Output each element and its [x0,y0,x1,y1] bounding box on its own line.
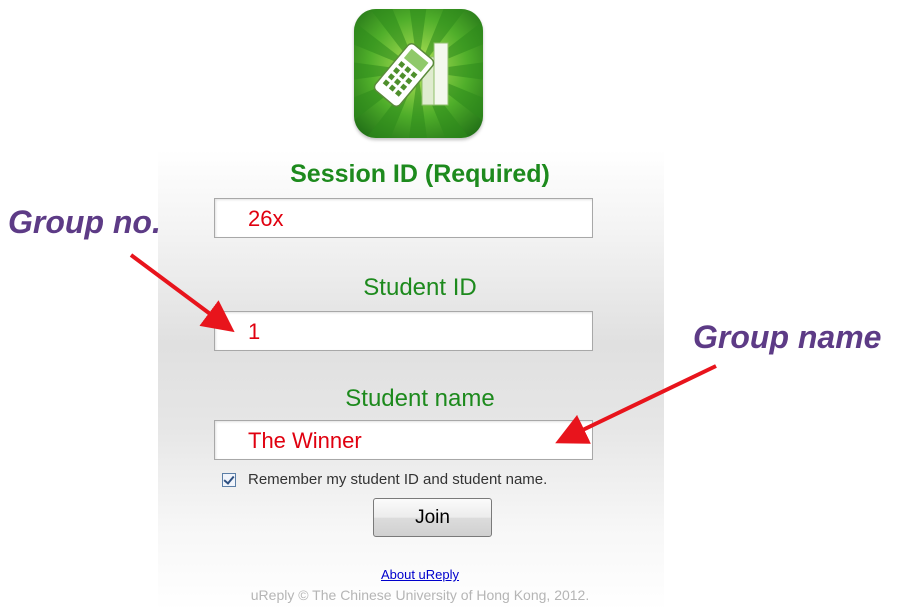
student-id-label: Student ID [363,274,477,301]
group-no-annotation: Group no. [8,204,161,240]
remember-checkbox[interactable] [222,472,236,487]
session-id-label: Session ID (Required) [290,160,550,188]
remember-row: Remember my student ID and student name. [222,471,547,488]
student-name-input[interactable]: The Winner [214,420,593,460]
group-name-annotation: Group name [693,319,882,355]
about-link[interactable]: About uReply [180,567,660,582]
ureply-logo-icon [354,9,483,138]
copyright-text: uReply © The Chinese University of Hong … [250,587,590,603]
join-button[interactable]: Join [373,498,492,537]
student-id-input[interactable]: 1 [214,311,593,351]
remember-label: Remember my student ID and student name. [248,471,548,488]
student-name-label: Student name [345,385,495,412]
session-id-input[interactable]: 26x [214,198,593,238]
